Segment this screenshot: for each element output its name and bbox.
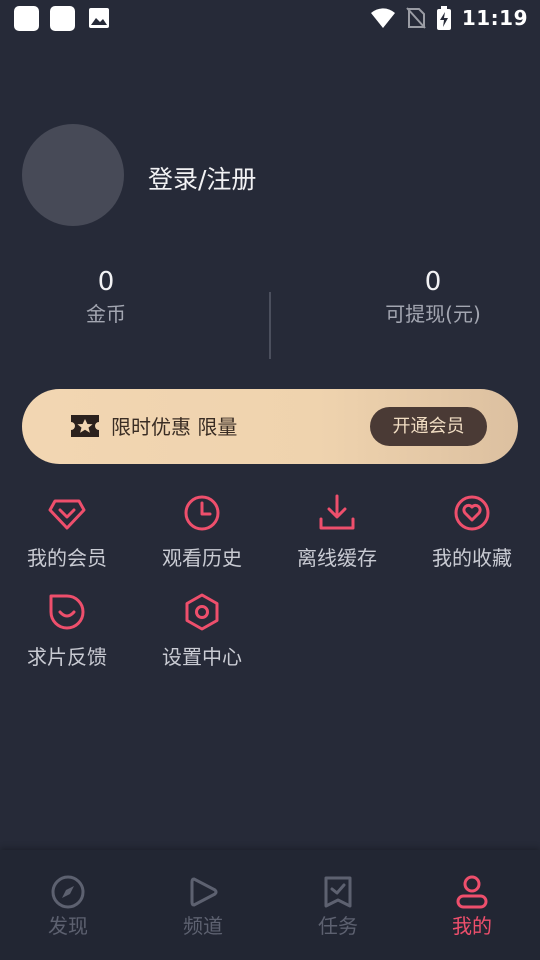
menu-item-my-vip[interactable]: 我的会员 — [7, 493, 127, 572]
menu-item-label: 观看历史 — [162, 546, 242, 570]
coins-label: 金币 — [86, 302, 126, 326]
no-sim-icon — [406, 7, 426, 29]
menu-item-label: 我的收藏 — [432, 546, 512, 570]
tab-label: 任务 — [318, 914, 358, 938]
login-register-link[interactable]: 登录/注册 — [148, 160, 256, 196]
tab-tasks[interactable]: 任务 — [288, 874, 388, 940]
ticket-star-icon — [71, 415, 99, 437]
tab-channel[interactable]: 频道 — [153, 874, 253, 940]
task-icon — [324, 876, 352, 908]
vip-promo-banner[interactable]: 限时优惠 限量 开通会员 — [22, 389, 518, 464]
open-vip-button[interactable]: 开通会员 — [370, 407, 487, 446]
play-icon — [190, 877, 218, 907]
download-icon — [319, 494, 355, 530]
compass-icon — [51, 875, 85, 909]
withdrawable-value: 0 — [424, 267, 442, 297]
image-notification-icon — [89, 8, 109, 28]
avatar[interactable] — [22, 124, 124, 226]
battery-charging-icon — [436, 6, 451, 30]
heart-icon — [454, 495, 490, 531]
coins-value: 0 — [97, 267, 115, 297]
menu-item-label: 我的会员 — [27, 546, 107, 570]
notification-icon — [50, 6, 75, 31]
menu-item-label: 求片反馈 — [27, 645, 107, 669]
menu-item-offline-cache[interactable]: 离线缓存 — [277, 493, 397, 572]
settings-icon — [185, 593, 219, 631]
vip-promo-text: 限时优惠 限量 — [111, 415, 238, 439]
tab-mine[interactable]: 我的 — [422, 874, 522, 940]
menu-item-settings[interactable]: 设置中心 — [142, 592, 262, 671]
tab-label: 我的 — [452, 914, 492, 938]
withdrawable-label: 可提现(元) — [385, 302, 481, 326]
feedback-icon — [49, 594, 85, 630]
user-icon — [456, 875, 488, 909]
diamond-icon — [48, 499, 86, 530]
clock-icon — [184, 495, 220, 531]
tab-label: 发现 — [48, 914, 88, 938]
stats-divider — [269, 292, 271, 359]
menu-item-my-favorites[interactable]: 我的收藏 — [412, 493, 532, 572]
menu-item-watch-history[interactable]: 观看历史 — [142, 493, 262, 572]
status-bar: 11:19 — [0, 0, 540, 36]
menu-item-label: 离线缓存 — [297, 546, 377, 570]
tab-discover[interactable]: 发现 — [18, 874, 118, 940]
menu-item-label: 设置中心 — [162, 645, 242, 669]
wifi-icon — [370, 8, 395, 28]
clock-time: 11:19 — [461, 6, 528, 30]
withdrawable-stat[interactable]: 0 可提现(元) — [373, 266, 493, 328]
menu-item-request-feedback[interactable]: 求片反馈 — [7, 592, 127, 671]
notification-icon — [14, 6, 39, 31]
bottom-tab-bar: 发现 频道 任务 我的 — [0, 850, 540, 960]
tab-label: 频道 — [183, 914, 223, 938]
coins-stat[interactable]: 0 金币 — [46, 266, 166, 328]
